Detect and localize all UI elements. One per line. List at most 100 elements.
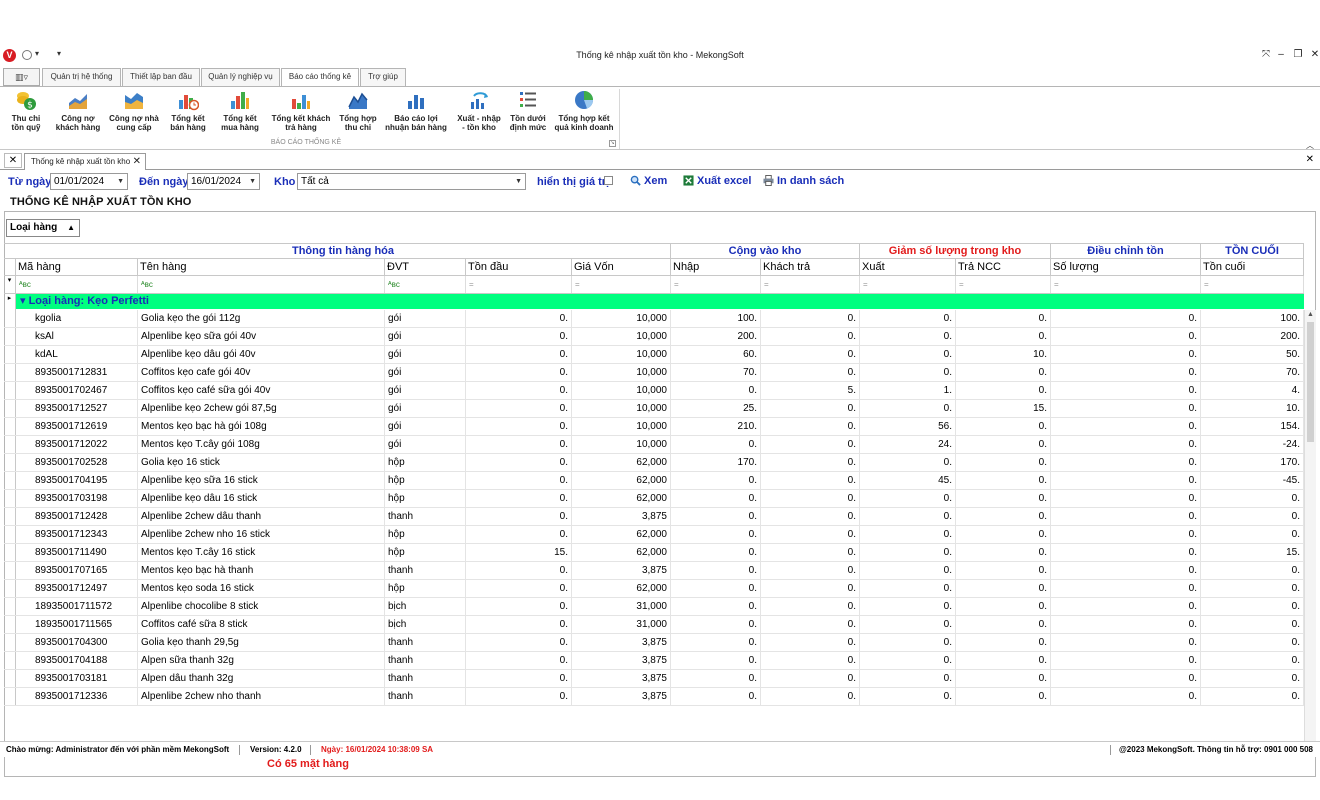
col-dvt-cell[interactable]: gói xyxy=(385,436,466,453)
col-nhap-cell[interactable]: 170. xyxy=(671,454,761,471)
col-ma-hang-cell[interactable]: 8935001702467 xyxy=(32,382,138,399)
col-khach-tra-cell[interactable]: 0. xyxy=(761,328,860,345)
col-gia-von-cell[interactable]: 62,000 xyxy=(572,526,671,543)
col-xuat-cell[interactable]: 0. xyxy=(860,508,956,525)
sort-ascending-icon[interactable]: ▲ xyxy=(67,220,75,236)
col-tra-ncc-cell[interactable]: 0. xyxy=(956,310,1051,327)
col-khach-tra-cell[interactable]: 0. xyxy=(761,310,860,327)
col-nhap-cell[interactable]: 200. xyxy=(671,328,761,345)
col-tra-ncc-cell[interactable]: 0. xyxy=(956,580,1051,597)
col-dvt-cell[interactable]: thanh xyxy=(385,652,466,669)
col-ton-cuoi-cell[interactable]: 0. xyxy=(1201,688,1304,705)
col-gia-von-cell[interactable]: 3,875 xyxy=(572,562,671,579)
col-nhap-cell[interactable]: 100. xyxy=(671,310,761,327)
col-ton-dau-cell[interactable]: 0. xyxy=(466,634,572,651)
col-xuat-cell[interactable]: 0. xyxy=(860,400,956,417)
col-tra-ncc-cell[interactable]: 10. xyxy=(956,346,1051,363)
col-tra-ncc-cell[interactable]: 0. xyxy=(956,436,1051,453)
to-date-picker[interactable]: 16/01/2024 ▼ xyxy=(187,173,260,190)
col-ten-hang-cell[interactable]: Mentos kẹo T.cây 16 stick xyxy=(138,544,385,561)
print-list-button[interactable]: In danh sách xyxy=(763,175,844,187)
col-ton-cuoi-cell[interactable]: -24. xyxy=(1201,436,1304,453)
xuat-nhap-ton-kho-button[interactable]: Xuất - nhập - tồn kho xyxy=(453,89,505,132)
col-ton-cuoi-cell[interactable]: 4. xyxy=(1201,382,1304,399)
filter-equals-icon[interactable]: = xyxy=(860,276,956,293)
col-ten-hang-cell[interactable]: Alpenlibe 2chew dâu thanh xyxy=(138,508,385,525)
col-ma-hang-cell[interactable]: 8935001712619 xyxy=(32,418,138,435)
col-ma-hang-cell[interactable]: 8935001703181 xyxy=(32,670,138,687)
col-ton-cuoi-cell[interactable]: 0. xyxy=(1201,508,1304,525)
col-xuat-cell[interactable]: 0. xyxy=(860,670,956,687)
col-ton-cuoi-cell[interactable]: 200. xyxy=(1201,328,1304,345)
col-gia-von-cell[interactable]: 62,000 xyxy=(572,490,671,507)
col-so-luong-cell[interactable]: 0. xyxy=(1051,364,1201,381)
col-ton-dau-cell[interactable]: 0. xyxy=(466,490,572,507)
col-dvt-cell[interactable]: gói xyxy=(385,328,466,345)
col-ton-dau-cell[interactable]: 0. xyxy=(466,454,572,471)
col-ton-dau-cell[interactable]: 0. xyxy=(466,382,572,399)
col-gia-von-cell[interactable]: 10,000 xyxy=(572,346,671,363)
col-tra-ncc-cell[interactable]: 0. xyxy=(956,688,1051,705)
col-nhap-cell[interactable]: 0. xyxy=(671,544,761,561)
tong-hop-ket-qua-kinh-doanh-button[interactable]: Tổng hợp kết quả kinh doanh xyxy=(552,89,616,132)
col-dvt-cell[interactable]: gói xyxy=(385,364,466,381)
col-khach-tra-cell[interactable]: 0. xyxy=(761,544,860,561)
col-gia-von-cell[interactable]: 62,000 xyxy=(572,580,671,597)
col-ma-hang-cell[interactable]: 8935001712336 xyxy=(32,688,138,705)
filter-contains-icon[interactable]: ᴬʙᴄ xyxy=(16,276,138,293)
col-gia-von-cell[interactable]: 10,000 xyxy=(572,436,671,453)
close-document-icon[interactable]: ✕ xyxy=(1306,154,1314,165)
col-khach-tra-cell[interactable]: 0. xyxy=(761,436,860,453)
filter-equals-icon[interactable]: = xyxy=(671,276,761,293)
col-gia-von-cell[interactable]: 10,000 xyxy=(572,310,671,327)
row-indicator[interactable] xyxy=(4,328,16,345)
col-ton-cuoi-cell[interactable]: 50. xyxy=(1201,346,1304,363)
expand-collapse-icon[interactable]: ▾ xyxy=(20,295,29,307)
col-xuat-cell[interactable]: 0. xyxy=(860,562,956,579)
col-ton-dau-cell[interactable]: 0. xyxy=(466,616,572,633)
group-launcher-icon[interactable]: ↘ xyxy=(609,140,616,147)
col-xuat-cell[interactable]: 0. xyxy=(860,598,956,615)
col-ma-hang-cell[interactable]: 8935001702528 xyxy=(32,454,138,471)
document-tab[interactable]: Thống kê nhập xuất tồn kho ✕ xyxy=(24,153,146,170)
col-ton-cuoi-cell[interactable]: 170. xyxy=(1201,454,1304,471)
col-xuat-cell[interactable]: 0. xyxy=(860,652,956,669)
col-tra-ncc-cell[interactable]: 0. xyxy=(956,616,1051,633)
chevron-down-icon[interactable]: ▼ xyxy=(117,174,124,189)
row-indicator[interactable] xyxy=(4,544,16,561)
col-dvt-cell[interactable]: hộp xyxy=(385,580,466,597)
col-ten-hang-cell[interactable]: Mentos kẹo bạc hà thanh xyxy=(138,562,385,579)
col-ton-dau-cell[interactable]: 0. xyxy=(466,328,572,345)
row-indicator[interactable] xyxy=(4,580,16,597)
col-khach-tra-cell[interactable]: 5. xyxy=(761,382,860,399)
col-tra-ncc-cell[interactable]: 0. xyxy=(956,364,1051,381)
col-xuat-cell[interactable]: 0. xyxy=(860,364,956,381)
table-row[interactable]: 8935001712831 Coffitos kẹo cafe gói 40v gó… xyxy=(4,364,1304,382)
col-khach-tra-cell[interactable]: 0. xyxy=(761,400,860,417)
table-row[interactable]: 8935001703198 Alpenlibe kẹo dâu 16 stick h… xyxy=(4,490,1304,508)
col-khach-tra-cell[interactable]: 0. xyxy=(761,508,860,525)
col-ton-cuoi-cell[interactable]: 70. xyxy=(1201,364,1304,381)
col-nhap-cell[interactable]: 0. xyxy=(671,490,761,507)
kho-select[interactable]: Tất cả ▼ xyxy=(297,173,526,190)
cong-no-nha-cung-cap-button[interactable]: Công nợ nhà cung cấp xyxy=(107,89,161,132)
col-ton-dau-cell[interactable]: 0. xyxy=(466,364,572,381)
col-xuat-cell[interactable]: 0. xyxy=(860,346,956,363)
col-ton-cuoi-header[interactable]: Tồn cuối xyxy=(1201,259,1304,275)
row-indicator[interactable] xyxy=(4,634,16,651)
col-so-luong-header[interactable]: Số lượng xyxy=(1051,259,1201,275)
row-indicator[interactable] xyxy=(4,346,16,363)
show-value-checkbox[interactable] xyxy=(604,176,613,185)
col-nhap-cell[interactable]: 0. xyxy=(671,616,761,633)
chevron-down-icon[interactable]: ▼ xyxy=(515,174,522,189)
table-row[interactable]: 8935001712336 Alpenlibe 2chew nho thanh th… xyxy=(4,688,1304,706)
col-dvt-cell[interactable]: thanh xyxy=(385,670,466,687)
table-row[interactable]: 8935001712428 Alpenlibe 2chew dâu thanh th… xyxy=(4,508,1304,526)
col-ton-cuoi-cell[interactable]: 10. xyxy=(1201,400,1304,417)
col-ton-dau-cell[interactable]: 0. xyxy=(466,652,572,669)
col-gia-von-cell[interactable]: 10,000 xyxy=(572,364,671,381)
filter-equals-icon[interactable]: = xyxy=(572,276,671,293)
col-ton-cuoi-cell[interactable]: 0. xyxy=(1201,670,1304,687)
col-ten-hang-header[interactable]: Tên hàng xyxy=(138,259,385,275)
col-nhap-cell[interactable]: 0. xyxy=(671,688,761,705)
